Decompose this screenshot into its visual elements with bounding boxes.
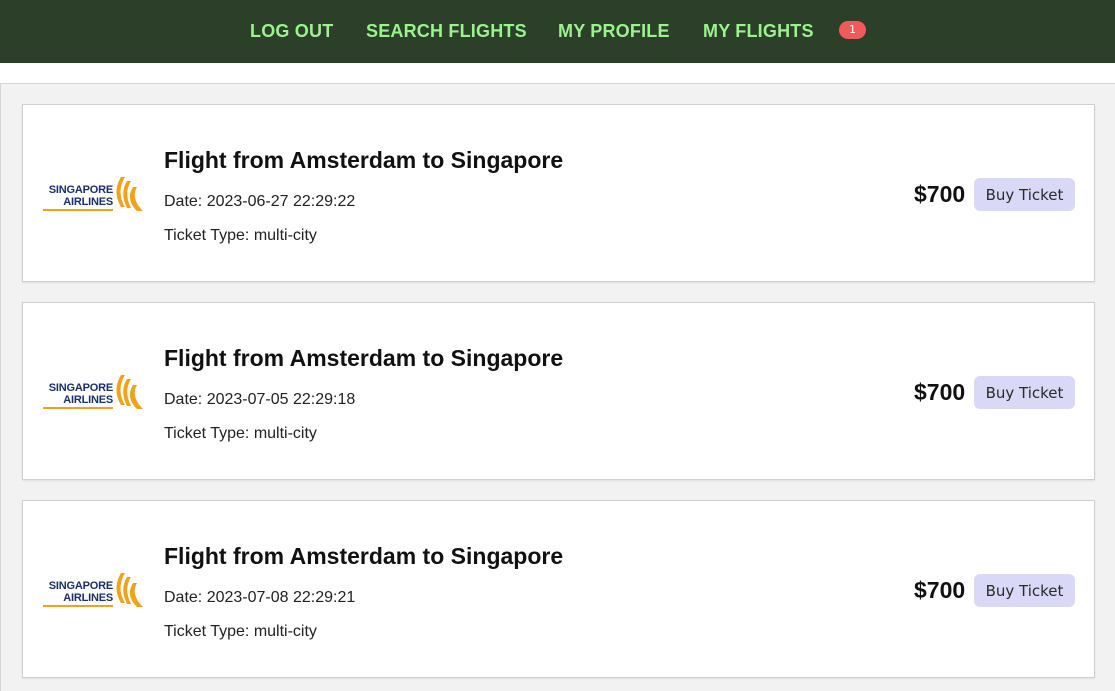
bird-icon	[116, 375, 143, 409]
bird-icon	[116, 177, 143, 211]
logo-text-line2: AIRLINES	[63, 592, 113, 604]
bird-icon	[116, 573, 143, 607]
flight-card: SINGAPORE AIRLINES Flight from Amsterdam…	[22, 104, 1095, 282]
flight-date: Date: 2023-06-27 22:29:22	[164, 193, 356, 210]
flight-title: Flight from Amsterdam to Singapore	[164, 543, 564, 569]
logo-text-line2: AIRLINES	[63, 394, 113, 406]
flight-card: SINGAPORE AIRLINES Flight from Amsterdam…	[22, 302, 1095, 480]
logo-underline	[43, 209, 113, 211]
logo-underline	[43, 605, 113, 607]
logo-text-line1: SINGAPORE	[48, 382, 113, 394]
flight-price: $700	[914, 181, 966, 207]
flight-card: SINGAPORE AIRLINES Flight from Amsterdam…	[22, 500, 1095, 678]
flight-price: $700	[914, 577, 966, 603]
flight-price: $700	[914, 379, 966, 405]
notification-badge: 1	[839, 21, 866, 39]
logo-text-line1: SINGAPORE	[48, 184, 113, 196]
airline-logo: SINGAPORE AIRLINES	[43, 571, 145, 609]
flight-title: Flight from Amsterdam to Singapore	[164, 147, 564, 173]
flight-date: Date: 2023-07-08 22:29:21	[164, 589, 356, 606]
airline-logo: SINGAPORE AIRLINES	[43, 373, 145, 411]
ticket-type: Ticket Type: multi-city	[164, 425, 317, 442]
logout-link[interactable]: LOG OUT	[250, 21, 333, 42]
search-flights-link[interactable]: SEARCH FLIGHTS	[366, 21, 527, 42]
ticket-type: Ticket Type: multi-city	[164, 623, 317, 640]
my-profile-link[interactable]: MY PROFILE	[558, 21, 670, 42]
ticket-type: Ticket Type: multi-city	[164, 227, 317, 244]
logo-text-line1: SINGAPORE	[48, 580, 113, 592]
airline-logo: SINGAPORE AIRLINES	[43, 175, 145, 213]
flight-date: Date: 2023-07-05 22:29:18	[164, 391, 356, 408]
logo-text-line2: AIRLINES	[63, 196, 113, 208]
buy-ticket-button[interactable]: Buy Ticket	[974, 574, 1075, 607]
logo-underline	[43, 407, 113, 409]
buy-ticket-button[interactable]: Buy Ticket	[974, 376, 1075, 409]
buy-ticket-button[interactable]: Buy Ticket	[974, 178, 1075, 211]
my-flights-link[interactable]: MY FLIGHTS	[703, 21, 814, 42]
top-navigation-bar: LOG OUT SEARCH FLIGHTS MY PROFILE MY FLI…	[0, 0, 1115, 63]
flight-list: SINGAPORE AIRLINES Flight from Amsterdam…	[0, 83, 1115, 691]
flight-title: Flight from Amsterdam to Singapore	[164, 345, 564, 371]
